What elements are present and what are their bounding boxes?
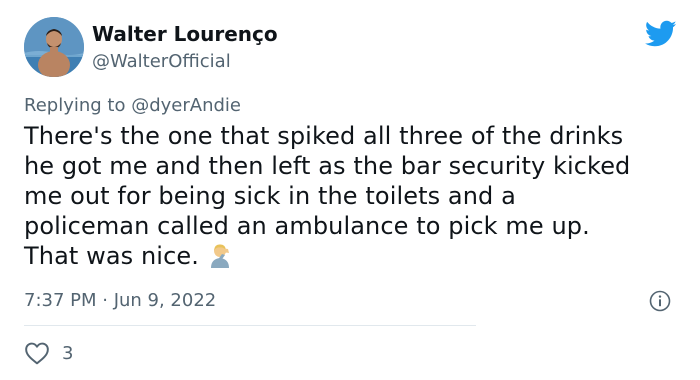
user-handle[interactable]: @WalterOfficial xyxy=(92,51,231,72)
timestamp[interactable]: 7:37 PM · Jun 9, 2022 xyxy=(24,290,216,311)
person-facepalming-emoji xyxy=(210,244,229,268)
replying-to: Replying to @dyerAndie xyxy=(24,95,241,116)
like-count: 3 xyxy=(62,342,74,364)
tweet-text: There's the one that spiked all three of… xyxy=(24,121,684,271)
tweet-line: he got me and then left as the bar secur… xyxy=(24,152,631,180)
reply-handle-link[interactable]: @dyerAndie xyxy=(131,95,241,116)
twitter-bird-icon[interactable] xyxy=(645,20,677,48)
heart-icon[interactable] xyxy=(24,341,50,365)
tweet-line: That was nice. xyxy=(24,242,199,270)
replying-prefix: Replying to xyxy=(24,95,132,116)
avatar[interactable] xyxy=(24,17,84,77)
tweet-card: Walter Lourenço @WalterOfficial Replying… xyxy=(0,0,700,380)
tweet-line: me out for being sick in the toilets and… xyxy=(24,182,516,210)
display-name[interactable]: Walter Lourenço xyxy=(92,22,278,46)
avatar-photo xyxy=(24,17,84,77)
tweet-last-line: That was nice. xyxy=(24,241,684,271)
divider xyxy=(24,325,476,326)
info-icon[interactable] xyxy=(649,290,671,312)
tweet-line: There's the one that spiked all three of… xyxy=(24,122,624,150)
like-button[interactable]: 3 xyxy=(24,340,73,366)
tweet-line: policeman called an ambulance to pick me… xyxy=(24,212,590,240)
